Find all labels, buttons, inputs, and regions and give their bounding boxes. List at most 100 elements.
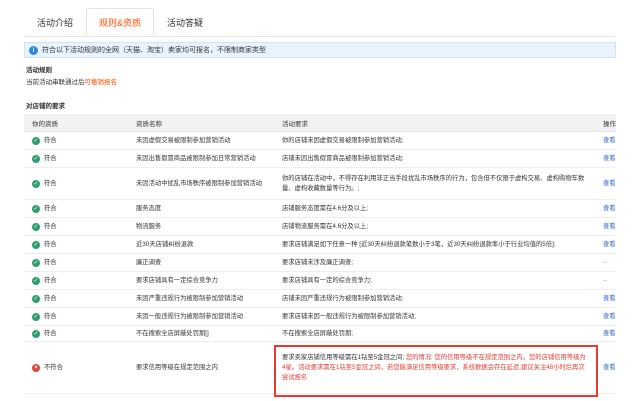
view-link[interactable]: 查看 [603,155,616,162]
check-circle-icon: ✓ [32,258,40,267]
qualification-status: ✓ 符合 [24,136,128,146]
view-link[interactable]: 查看 [603,223,616,230]
view-link[interactable]: 查看 [603,295,616,302]
table-row: ✓ 符合 物流服务 店铺物流服务需在4.6分及以上; 查看 [24,218,616,236]
notice-bar: i 符合以下活动规则的全网（天猫、淘宝）卖家均可报名，不限制商家类型 [24,42,616,58]
x-circle-icon: × [32,363,40,372]
check-circle-icon: ✓ [32,136,40,145]
operation-cell: 查看 [599,222,616,232]
operation-cell: 查看 [599,136,616,146]
table-row: ✓ 符合 廉正调查 要求店铺未涉及廉正调查; -- [24,254,616,272]
header-your-qualification: 你的资质 [32,120,58,128]
check-circle-icon: ✓ [32,276,40,285]
qualification-name: 未因一般违规行为被限制参加营销活动 [136,312,244,320]
activity-requirement: 要求店铺具有一定的综合竞争力; [282,276,372,284]
operation-cell: -- [599,258,616,268]
qualification-status: ✓ 符合 [24,276,128,286]
qualification-name: 要求信用等级在规定范围之内 [136,363,218,371]
table-row: ✓ 符合 未因虚假交易被限制参加营销活动 你的店铺未因虚假交易被限制参加营销活动; 查看 [24,132,616,150]
check-circle-icon: ✓ [32,204,40,213]
qualification-name: 廉正调查 [136,258,162,266]
table-row: ✓ 符合 近30天店铺纠纷退款 要求店铺满足如下任意一种 [近30天纠纷退款笔数小于3… [24,236,616,254]
tab-activity-qa[interactable]: 活动答疑 [154,8,216,36]
view-link[interactable]: 查看 [603,241,616,248]
qualification-status: ✓ 符合 [24,312,128,322]
store-requirements-title: 对店铺的要求 [26,103,65,110]
qualification-name: 服务态度 [136,204,162,212]
qualification-name: 不在搜索全店屏蔽处罚期[] [136,329,209,337]
activity-requirement: 店铺未因严重违规行为被限制参加营销活动; [282,294,404,302]
table-row: ✓ 符合 不在搜索全店屏蔽处罚期[] 不在搜索全店屏蔽处罚期; 查看 [24,326,616,342]
check-circle-icon: ✓ [32,312,40,321]
check-circle-icon: ✓ [32,329,40,338]
activity-requirement: 店铺未因出售假冒商品被限制参加营销活动; [282,154,404,162]
operation-cell: 查看 [599,363,616,373]
check-circle-icon: ✓ [32,222,40,231]
header-activity-requirement: 活动要求 [282,120,308,128]
qualification-status: ✓ 符合 [24,240,128,250]
table-row: ✓ 符合 未因严重违规行为被限制参加营销活动 店铺未因严重违规行为被限制参加营销活动;… [24,290,616,308]
activity-requirement: 店铺物流服务需在4.6分及以上; [282,222,369,230]
operation-cell: 查看 [599,204,616,214]
highlight-box [274,345,598,397]
revoke-registration-link[interactable]: 可撤销报名 [85,79,118,86]
view-link[interactable]: 查看 [603,180,616,187]
status-label: 符合 [44,240,57,248]
table-row: ✓ 符合 要求店铺具有一定综合竞争力 要求店铺具有一定的综合竞争力; -- [24,272,616,290]
check-circle-icon: ✓ [32,240,40,249]
operation-cell: 查看 [599,329,616,339]
notice-text: 符合以下活动规则的全网（天猫、淘宝）卖家均可报名，不限制商家类型 [42,47,266,54]
operation-cell: 查看 [599,294,616,304]
check-circle-icon: ✓ [32,179,40,188]
status-label: 符合 [44,276,57,284]
status-label: 符合 [44,329,57,337]
qualification-name: 未因活动中扰乱市场秩序被限制参加营销活动 [136,179,262,187]
table-row: ✓ 符合 未因活动中扰乱市场秩序被限制参加营销活动 你的店铺在活动中，不得存在利用非正… [24,168,616,200]
activity-requirement: 不在搜索全店屏蔽处罚期; [282,329,354,337]
operation-cell: 查看 [599,179,616,189]
activity-requirement: 店铺服务态度需在4.6分及以上; [282,204,369,212]
qualification-status: ✓ 符合 [24,222,128,232]
status-label: 符合 [44,136,57,144]
activity-requirement: 要求店铺满足如下任意一种 [近30天纠纷退款笔数小于3笔，近30天纠纷退款率小于… [282,240,556,248]
qualification-status: ✓ 符合 [24,179,128,189]
qualification-name: 要求店铺具有一定综合竞争力 [136,276,218,284]
activity-rules-text: 当前活动串联通过后可撤销报名 [26,76,117,86]
qualification-name: 物流服务 [136,222,162,230]
tab-activity-intro[interactable]: 活动介绍 [24,8,86,36]
qualification-name: 未因出售假冒商品被限制参加日常营销活动 [136,154,256,162]
activity-requirement: 你的店铺在活动中，不得存在利用非正当手段扰乱市场秩序的行为，包含但不仅限于虚构交… [282,174,585,192]
status-label: 符合 [44,258,57,266]
operation-none: -- [603,258,608,266]
qualification-status: ✓ 符合 [24,204,128,214]
status-label: 符合 [44,294,57,302]
info-icon: i [29,45,38,55]
view-link[interactable]: 查看 [603,205,616,212]
table-row: ✓ 符合 未因出售假冒商品被限制参加日常营销活动 店铺未因出售假冒商品被限制参加营销活… [24,150,616,168]
status-label: 符合 [44,204,57,212]
check-circle-icon: ✓ [32,294,40,303]
status-label: 符合 [44,154,57,162]
activity-rules-title: 活动规则 [26,67,52,74]
qualification-name: 未因严重违规行为被限制参加营销活动 [136,294,244,302]
status-label: 不符合 [44,363,63,371]
activity-rules-desc: 当前活动串联通过后 [26,79,85,86]
header-qualification-name: 资质名称 [136,120,162,128]
operation-cell: 查看 [599,154,616,164]
qualification-status: ✓ 符合 [24,294,128,304]
qualification-status: ✓ 符合 [24,154,128,164]
qualification-status: × 不符合 [24,363,128,373]
operation-none: -- [603,276,608,284]
view-link[interactable]: 查看 [603,137,616,144]
tab-bar: 活动介绍 规则&资质 活动答疑 [24,8,216,36]
activity-requirement: 要求店铺未因一般违规行为被限制参加营销活动; [282,312,416,320]
view-link[interactable]: 查看 [603,313,616,320]
status-label: 符合 [44,312,57,320]
operation-cell: 查看 [599,312,616,322]
view-link[interactable]: 查看 [603,330,616,337]
qualification-status: ✓ 符合 [24,329,128,339]
qualification-name: 近30天店铺纠纷退款 [136,240,194,248]
tab-rules-qualifications[interactable]: 规则&资质 [86,8,155,36]
view-link[interactable]: 查看 [603,364,616,371]
header-operation: 操作 [603,120,616,128]
